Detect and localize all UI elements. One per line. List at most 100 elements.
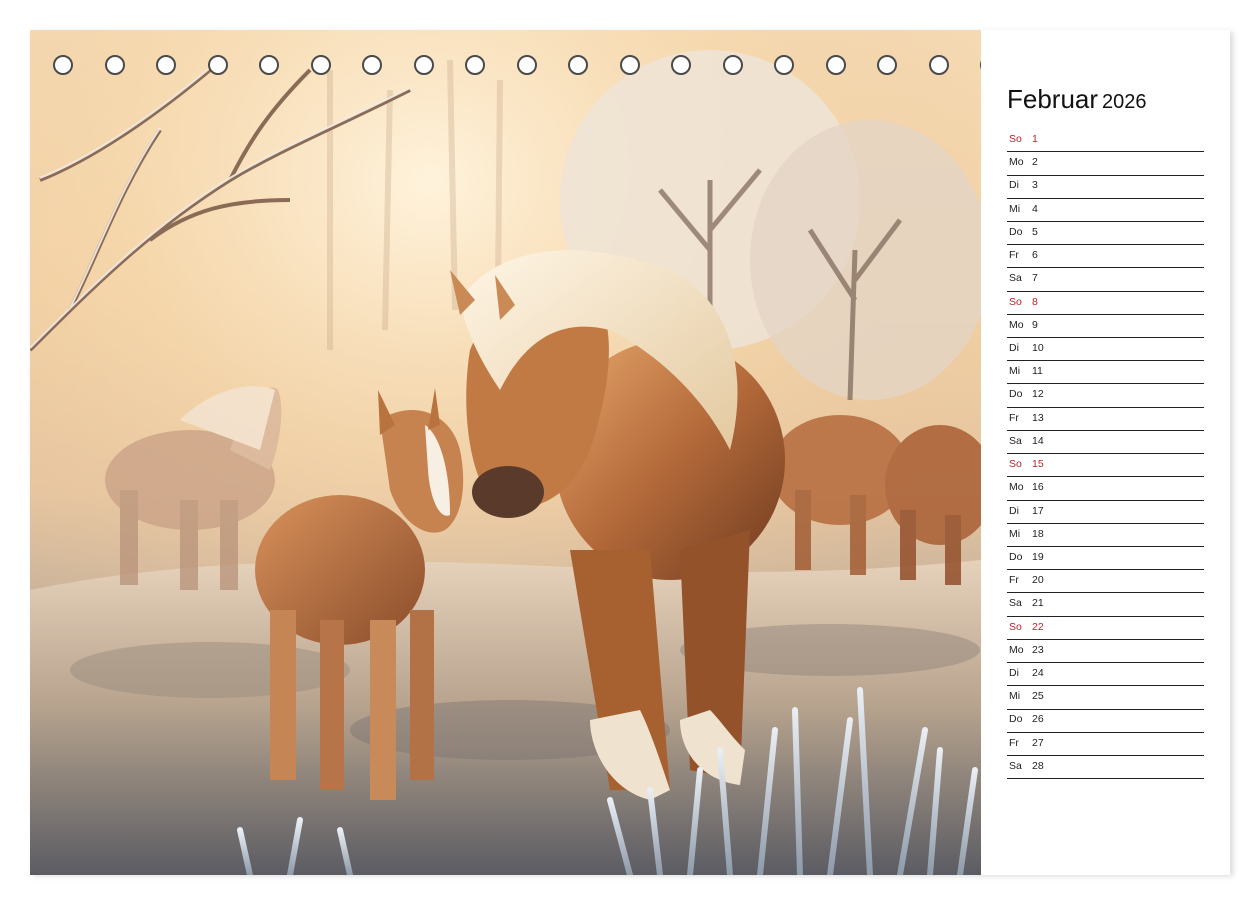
day-number: 26	[1032, 713, 1044, 726]
day-row: Fr 6	[1007, 246, 1204, 269]
weekday-label: So	[1009, 458, 1022, 471]
day-row: Di 17	[1007, 502, 1204, 524]
month-name: Februar	[1007, 84, 1099, 114]
day-row: Do 5	[1007, 223, 1204, 246]
weekday-label: Fr	[1009, 411, 1019, 424]
day-row: Mo 16	[1007, 478, 1204, 501]
binding-ring	[774, 55, 794, 75]
day-row: Di 3	[1007, 176, 1204, 199]
day-number: 16	[1032, 481, 1044, 494]
date-panel: Februar 2026 So 1 Mo 2 Di 3 Mi 4 Do 5 Fr 6 Sa 7 So 8 Mo 9 D…	[981, 30, 1230, 875]
pony-meadow-illustration	[30, 30, 981, 875]
day-row: Sa 14	[1007, 432, 1204, 455]
weekday-label: Do	[1009, 225, 1023, 238]
day-row: So 1	[1007, 130, 1204, 153]
weekday-label: Sa	[1009, 434, 1022, 447]
day-row: Mi 11	[1007, 362, 1204, 385]
weekday-label: Sa	[1009, 272, 1022, 285]
day-number: 5	[1032, 225, 1038, 238]
day-number: 28	[1032, 759, 1044, 772]
weekday-label: Mi	[1009, 527, 1021, 540]
day-row: Do 19	[1007, 548, 1204, 571]
binding-ring	[928, 55, 949, 75]
day-number: 4	[1032, 202, 1038, 215]
weekday-label: Do	[1009, 388, 1023, 401]
binding-ring	[722, 55, 743, 75]
day-row: Mi 18	[1007, 525, 1204, 548]
day-row: Sa 7	[1007, 269, 1204, 292]
weekday-label: Sa	[1009, 597, 1022, 610]
day-number: 15	[1032, 458, 1044, 471]
weekday-label: Mi	[1009, 202, 1021, 215]
binding-ring	[310, 55, 331, 75]
day-number: 12	[1032, 388, 1044, 401]
calendar-page: Februar 2026 So 1 Mo 2 Di 3 Mi 4 Do 5 Fr 6 Sa 7 So 8 Mo 9 D…	[30, 30, 1230, 875]
binding-ring	[568, 55, 588, 75]
day-row: Di 10	[1007, 339, 1204, 362]
day-number: 21	[1032, 597, 1044, 610]
calendar-photo	[30, 30, 981, 875]
day-number: 7	[1032, 272, 1038, 285]
day-row: Mi 25	[1007, 687, 1204, 710]
day-row: Sa 28	[1007, 757, 1204, 780]
day-number: 8	[1032, 295, 1038, 308]
day-row: Fr 13	[1007, 409, 1204, 431]
day-number: 22	[1032, 620, 1044, 633]
day-row: So 8	[1007, 293, 1204, 315]
binding-ring	[207, 55, 228, 75]
day-number: 9	[1032, 318, 1038, 331]
weekday-label: Di	[1009, 667, 1019, 680]
binding-ring	[516, 55, 537, 75]
day-row: So 22	[1007, 618, 1204, 640]
day-row: Mo 9	[1007, 316, 1204, 339]
day-row: Do 26	[1007, 710, 1204, 733]
binding-ring	[465, 55, 485, 75]
day-row: So 15	[1007, 455, 1204, 478]
weekday-label: Mo	[1009, 643, 1024, 656]
weekday-label: Mo	[1009, 318, 1024, 331]
binding-ring	[156, 55, 176, 75]
day-list: So 1 Mo 2 Di 3 Mi 4 Do 5 Fr 6 Sa 7 So 8 Mo 9 Di 10 Mi 11 Do 12 F…	[1007, 130, 1204, 780]
day-number: 14	[1032, 434, 1044, 447]
binding-ring	[877, 55, 897, 75]
day-row: Mo 2	[1007, 153, 1204, 176]
binding-ring	[619, 55, 640, 75]
weekday-label: So	[1009, 620, 1022, 633]
day-row: Mi 4	[1007, 200, 1204, 222]
day-row: Di 24	[1007, 664, 1204, 687]
weekday-label: So	[1009, 295, 1022, 308]
binding-ring	[53, 55, 73, 75]
day-number: 27	[1032, 736, 1044, 749]
binding-ring	[413, 55, 434, 75]
weekday-label: Mi	[1009, 365, 1021, 378]
weekday-label: Mi	[1009, 690, 1021, 703]
weekday-label: Fr	[1009, 249, 1019, 262]
day-row: Do 12	[1007, 385, 1204, 408]
day-row: Fr 27	[1007, 734, 1204, 756]
day-number: 20	[1032, 574, 1044, 587]
day-row: Sa 21	[1007, 594, 1204, 617]
weekday-label: Mo	[1009, 156, 1024, 169]
day-number: 25	[1032, 690, 1044, 703]
year: 2026	[1102, 91, 1147, 113]
day-number: 23	[1032, 643, 1044, 656]
day-row: Mo 23	[1007, 641, 1204, 664]
day-number: 2	[1032, 156, 1038, 169]
weekday-label: Di	[1009, 504, 1019, 517]
day-number: 13	[1032, 411, 1044, 424]
weekday-label: Fr	[1009, 574, 1019, 587]
weekday-label: Di	[1009, 179, 1019, 192]
day-number: 18	[1032, 527, 1044, 540]
weekday-label: Sa	[1009, 759, 1022, 772]
binding-ring	[104, 55, 125, 75]
day-row: Fr 20	[1007, 571, 1204, 594]
day-number: 24	[1032, 667, 1044, 680]
weekday-label: Di	[1009, 341, 1019, 354]
weekday-label: Do	[1009, 550, 1023, 563]
day-number: 1	[1032, 133, 1038, 145]
weekday-label: Do	[1009, 713, 1023, 726]
month-title: Februar 2026	[1007, 86, 1147, 112]
day-number: 6	[1032, 249, 1038, 262]
binding-ring	[825, 55, 846, 75]
weekday-label: So	[1009, 133, 1022, 145]
